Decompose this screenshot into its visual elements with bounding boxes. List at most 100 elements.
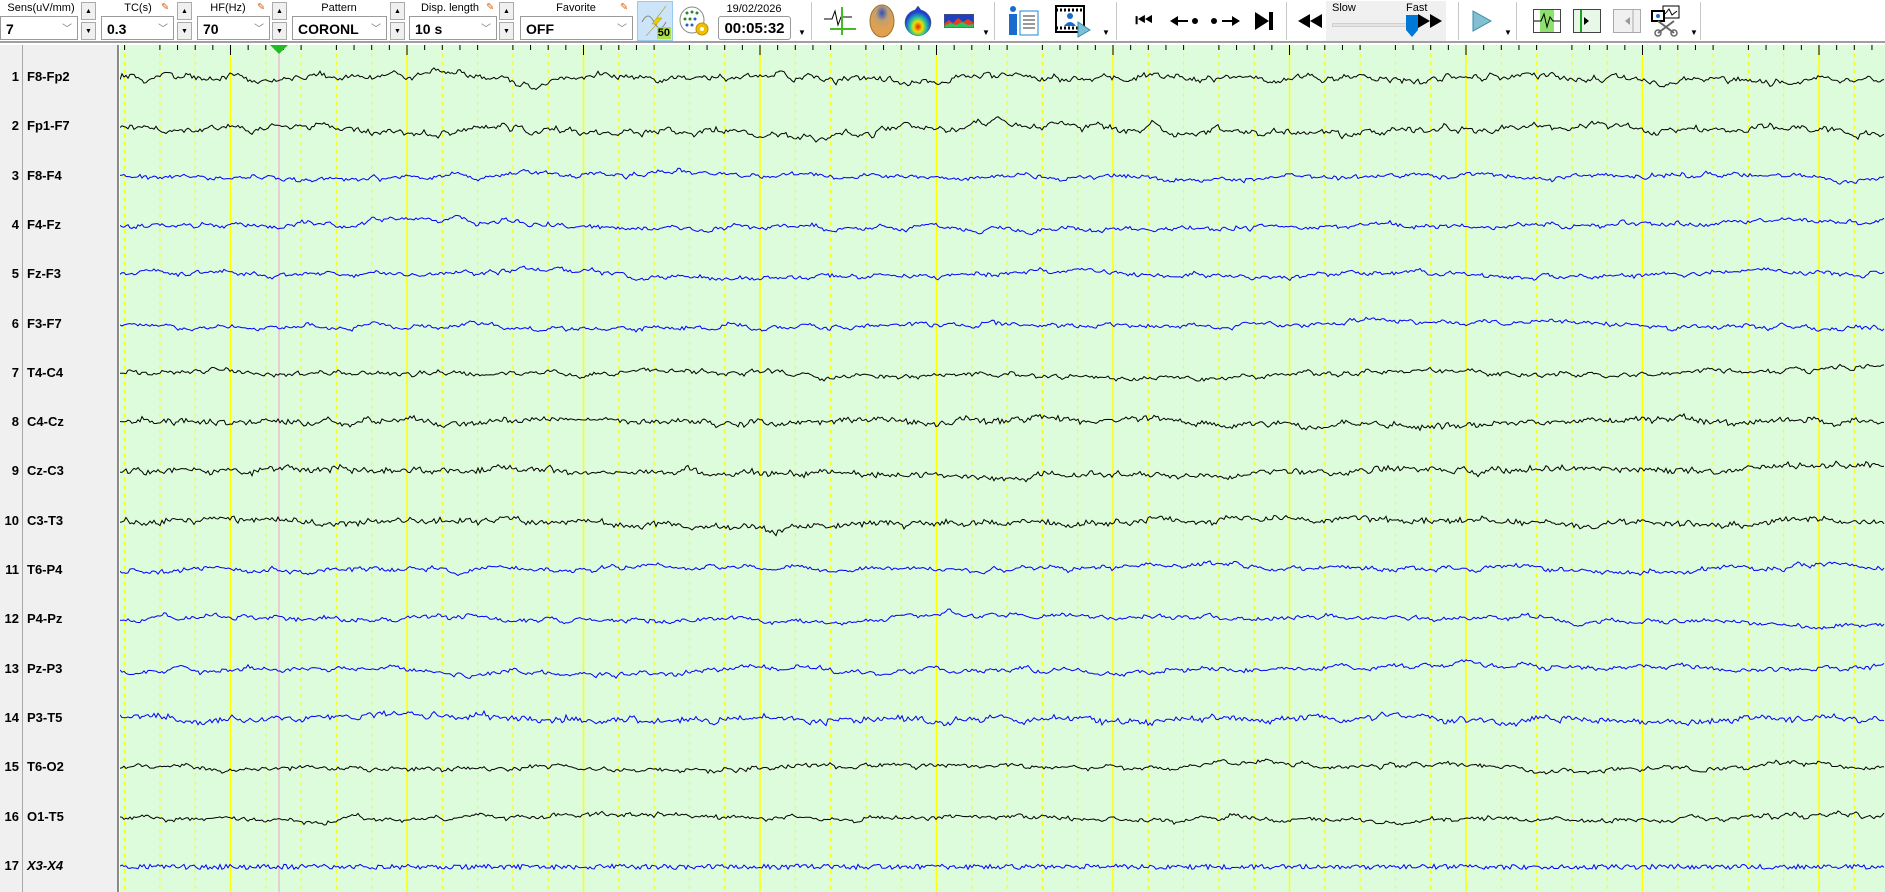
dropdown-arrow-icon[interactable]: ▼: [982, 28, 990, 37]
channel-name: O1-T5: [27, 808, 64, 824]
disp-length-select[interactable]: 10 s ﹀: [409, 16, 497, 40]
channel-label-row[interactable]: 17 X3-X4: [0, 858, 118, 878]
channel-name: T4-C4: [27, 364, 64, 380]
eeg-trace-area[interactable]: [120, 45, 1885, 892]
step-back-button[interactable]: [1168, 5, 1202, 37]
hf-value: 70: [203, 21, 219, 37]
down-icon[interactable]: ▼: [390, 22, 405, 40]
patient-info-icon: [1009, 6, 1039, 36]
channel-label-row[interactable]: 6 F3-F7: [0, 316, 118, 336]
channel-number: 5: [11, 266, 19, 282]
montage-settings-button[interactable]: [678, 5, 710, 37]
sens-select[interactable]: 7 ﹀: [0, 16, 78, 40]
pattern-value: CORONL: [298, 21, 359, 37]
channel-name: Fp1-F7: [27, 118, 70, 134]
dropdown-arrow-icon[interactable]: ▼: [798, 28, 806, 37]
sens-stepper[interactable]: ▲ ▼: [81, 2, 96, 40]
dropdown-arrow-icon[interactable]: ▼: [1102, 28, 1110, 37]
channel-number: 9: [11, 463, 19, 479]
chevron-down-icon: ﹀: [617, 24, 627, 35]
channel-label-row[interactable]: 4 F4-Fz: [0, 217, 118, 237]
channel-label-row[interactable]: 8 C4-Cz: [0, 414, 118, 434]
notch-filter-button[interactable]: 50: [637, 1, 673, 41]
head-map-button[interactable]: [866, 4, 898, 38]
down-icon[interactable]: ▼: [272, 22, 287, 40]
channel-name: C4-Cz: [27, 414, 64, 430]
pencil-icon[interactable]: ✎: [486, 2, 494, 13]
separator: [1700, 2, 1701, 40]
event-wave-button[interactable]: [1532, 5, 1562, 37]
next-segment-button[interactable]: [1572, 5, 1602, 37]
channel-label-row[interactable]: 16 O1-T5: [0, 809, 118, 829]
pattern-stepper[interactable]: ▲ ▼: [390, 2, 405, 40]
fast-forward-button[interactable]: [1416, 5, 1444, 37]
disp-length-stepper[interactable]: ▲ ▼: [499, 2, 514, 40]
channel-number: 15: [4, 759, 19, 775]
hf-stepper[interactable]: ▲ ▼: [272, 2, 287, 40]
prev-segment-button[interactable]: [1612, 5, 1642, 37]
separator: [1116, 2, 1117, 40]
separator: [994, 2, 995, 40]
channel-label-row[interactable]: 9 Cz-C3: [0, 463, 118, 483]
step-back-icon: [1170, 16, 1198, 26]
spectrogram-icon: [944, 14, 974, 28]
up-icon[interactable]: ▲: [177, 2, 192, 20]
step-forward-button[interactable]: [1208, 5, 1242, 37]
down-icon[interactable]: ▼: [499, 22, 514, 40]
channel-label-row[interactable]: 7 T4-C4: [0, 365, 118, 385]
video-button[interactable]: [1054, 5, 1092, 38]
up-icon[interactable]: ▲: [81, 2, 96, 20]
channel-label-row[interactable]: 12 P4-Pz: [0, 611, 118, 631]
video-icon: [1055, 5, 1091, 38]
channel-label-row[interactable]: 3 F8-F4: [0, 168, 118, 188]
separator: [1286, 2, 1287, 40]
channel-number: 8: [11, 414, 19, 430]
go-end-button[interactable]: [1252, 5, 1276, 37]
pencil-icon[interactable]: ✎: [257, 2, 265, 13]
down-icon[interactable]: ▼: [177, 22, 192, 40]
skip-start-icon: ⏮: [1135, 9, 1153, 32]
hf-select[interactable]: 70 ﹀: [197, 16, 270, 40]
channel-label-row[interactable]: 10 C3-T3: [0, 513, 118, 533]
down-icon[interactable]: ▼: [81, 22, 96, 40]
disp-length-label: Disp. length: [420, 2, 480, 14]
patient-info-button[interactable]: [1006, 5, 1040, 37]
play-button[interactable]: [1468, 5, 1496, 37]
waveform-cursor-button[interactable]: [822, 5, 858, 37]
channel-label-row[interactable]: 13 Pz-P3: [0, 661, 118, 681]
channel-label-row[interactable]: 15 T6-O2: [0, 759, 118, 779]
disp-length-value: 10 s: [415, 21, 443, 37]
time-display[interactable]: 00:05:32: [718, 16, 791, 40]
favorite-select[interactable]: OFF ﹀: [520, 16, 633, 40]
channel-name: T6-P4: [27, 562, 63, 577]
tc-select[interactable]: 0.3 ﹀: [101, 16, 174, 40]
pencil-icon[interactable]: ✎: [620, 2, 628, 13]
prev-segment-icon: [1613, 9, 1641, 33]
separator: [1458, 2, 1459, 40]
dropdown-arrow-icon[interactable]: ▼: [1690, 28, 1698, 37]
up-icon[interactable]: ▲: [499, 2, 514, 20]
channel-name: Cz-C3: [27, 463, 64, 479]
dropdown-arrow-icon[interactable]: ▼: [1504, 28, 1512, 37]
channel-number: 10: [4, 512, 19, 528]
spectrogram-button[interactable]: [944, 5, 974, 37]
channel-label-row[interactable]: 2 Fp1-F7: [0, 118, 118, 138]
up-icon[interactable]: ▲: [272, 2, 287, 20]
scissors-clip-icon: [1651, 5, 1680, 37]
channel-label-row[interactable]: 1 F8-Fp2: [0, 69, 118, 89]
channel-number: 14: [4, 709, 19, 725]
channel-label-row[interactable]: 5 Fz-F3: [0, 266, 118, 286]
pencil-icon[interactable]: ✎: [161, 2, 169, 13]
tc-stepper[interactable]: ▲ ▼: [177, 2, 192, 40]
topography-button[interactable]: [902, 5, 934, 37]
pattern-select[interactable]: CORONL ﹀: [292, 16, 387, 40]
clip-video-button[interactable]: [1650, 5, 1684, 37]
channel-label-row[interactable]: 11 T6-P4: [0, 562, 118, 582]
channel-label-row[interactable]: 14 P3-T5: [0, 710, 118, 730]
separator: [1516, 2, 1517, 40]
go-start-button[interactable]: ⏮: [1132, 5, 1156, 37]
rewind-button[interactable]: [1296, 5, 1324, 37]
up-icon[interactable]: ▲: [390, 2, 405, 20]
notch-badge: 50: [656, 27, 671, 39]
channel-name: F8-F4: [27, 167, 62, 183]
